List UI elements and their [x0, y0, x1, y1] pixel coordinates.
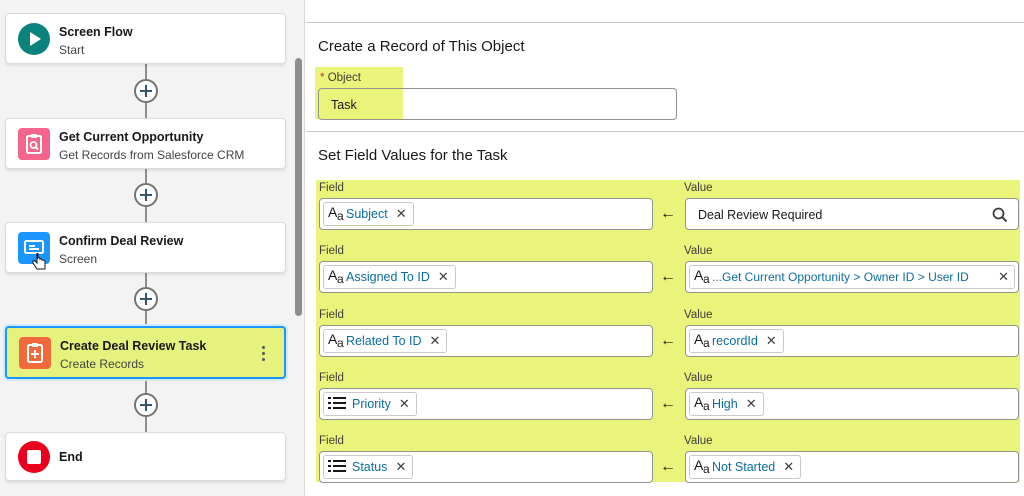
text-type-icon: Aa — [328, 204, 344, 223]
add-element-button[interactable] — [134, 287, 158, 311]
field-label: Field — [319, 309, 344, 321]
field-input-priority[interactable]: Priority ✕ — [319, 388, 653, 420]
value-input-assigned-to-id[interactable]: Aa ...Get Current Opportunity > Owner ID… — [685, 261, 1019, 293]
remove-icon[interactable]: ✕ — [430, 333, 441, 349]
field-input-status[interactable]: Status ✕ — [319, 451, 653, 483]
divider — [306, 131, 1024, 132]
node-title: Screen Flow — [59, 25, 133, 39]
search-icon[interactable] — [992, 207, 1008, 223]
value-label: Value — [684, 182, 713, 194]
node-subtitle: Get Records from Salesforce CRM — [59, 148, 245, 162]
remove-icon[interactable]: ✕ — [396, 206, 407, 222]
assign-arrow-icon: ← — [660, 458, 676, 475]
hand-cursor-icon — [32, 251, 48, 273]
node-title: End — [59, 450, 83, 464]
text-type-icon: Aa — [694, 267, 710, 286]
node-subtitle: Start — [59, 43, 85, 57]
value-label: Value — [684, 372, 713, 384]
node-title: Create Deal Review Task — [60, 339, 207, 353]
field-label: Field — [319, 372, 344, 384]
assign-arrow-icon: ← — [660, 268, 676, 285]
value-pill[interactable]: Aa Not Started ✕ — [689, 455, 802, 479]
node-subtitle: Create Records — [60, 357, 145, 371]
text-type-icon: Aa — [328, 267, 344, 286]
assign-arrow-icon: ← — [660, 205, 676, 222]
field-pill[interactable]: Aa Related To ID ✕ — [323, 329, 448, 353]
field-label: Field — [319, 245, 344, 257]
add-element-button[interactable] — [134, 79, 158, 103]
flow-node-create-deal-review-task[interactable]: Create Deal Review Task Create Records — [5, 326, 286, 379]
node-subtitle: Screen — [59, 252, 98, 266]
remove-icon[interactable]: ✕ — [438, 269, 449, 285]
remove-icon[interactable]: ✕ — [746, 396, 757, 412]
flow-node-start[interactable]: Screen Flow Start — [5, 13, 286, 64]
remove-icon[interactable]: ✕ — [766, 333, 777, 349]
field-input-assigned-to-id[interactable]: Aa Assigned To ID ✕ — [319, 261, 653, 293]
field-pill[interactable]: Priority ✕ — [323, 392, 417, 416]
assign-arrow-icon: ← — [660, 395, 676, 412]
play-icon — [18, 23, 50, 55]
value-input-subject[interactable]: Deal Review Required — [685, 198, 1019, 230]
flow-node-end[interactable]: End — [5, 432, 286, 481]
canvas-scrollbar-thumb[interactable] — [295, 58, 302, 316]
value-pill[interactable]: Aa High ✕ — [689, 392, 764, 416]
flow-node-confirm-deal-review[interactable]: Confirm Deal Review Screen — [5, 222, 286, 273]
value-label: Value — [684, 245, 713, 257]
value-label: Value — [684, 435, 713, 447]
value-input-priority[interactable]: Aa High ✕ — [685, 388, 1019, 420]
remove-icon[interactable]: ✕ — [395, 459, 406, 475]
field-pill[interactable]: Aa Assigned To ID ✕ — [323, 265, 456, 289]
remove-icon[interactable]: ✕ — [998, 269, 1009, 285]
field-input-subject[interactable]: Aa Subject ✕ — [319, 198, 653, 230]
node-title: Confirm Deal Review — [59, 234, 184, 248]
object-input[interactable]: Task — [318, 88, 677, 120]
text-type-icon: Aa — [694, 331, 710, 350]
object-section-title: Create a Record of This Object — [318, 38, 525, 55]
field-pill[interactable]: Status ✕ — [323, 455, 414, 479]
text-type-icon: Aa — [694, 457, 710, 476]
field-input-related-to-id[interactable]: Aa Related To ID ✕ — [319, 325, 653, 357]
value-input-related-to-id[interactable]: Aa recordId ✕ — [685, 325, 1019, 357]
stop-icon — [18, 441, 50, 473]
field-label: Field — [319, 182, 344, 194]
text-type-icon: Aa — [328, 331, 344, 350]
value-pill[interactable]: Aa recordId ✕ — [689, 329, 784, 353]
add-element-button[interactable] — [134, 393, 158, 417]
field-label: Field — [319, 435, 344, 447]
get-records-icon — [18, 128, 50, 160]
node-title: Get Current Opportunity — [59, 130, 204, 144]
value-text: Deal Review Required — [698, 208, 823, 222]
text-type-icon: Aa — [694, 394, 710, 413]
flow-canvas: Screen Flow Start Get Current Opportunit… — [0, 0, 292, 496]
more-actions-icon[interactable] — [262, 346, 266, 362]
flow-node-get-current-opportunity[interactable]: Get Current Opportunity Get Records from… — [5, 118, 286, 169]
picklist-icon — [328, 459, 346, 475]
remove-icon[interactable]: ✕ — [399, 396, 410, 412]
value-label: Value — [684, 309, 713, 321]
remove-icon[interactable]: ✕ — [783, 459, 794, 475]
divider — [306, 22, 1024, 23]
value-input-status[interactable]: Aa Not Started ✕ — [685, 451, 1019, 483]
fields-section-title: Set Field Values for the Task — [318, 147, 508, 164]
assign-arrow-icon: ← — [660, 332, 676, 349]
value-pill[interactable]: Aa ...Get Current Opportunity > Owner ID… — [689, 265, 1015, 289]
create-records-icon — [19, 337, 51, 369]
object-value: Task — [331, 98, 357, 112]
add-element-button[interactable] — [134, 183, 158, 207]
field-pill[interactable]: Aa Subject ✕ — [323, 202, 414, 226]
properties-panel: Create a Record of This Object * Object … — [306, 0, 1024, 496]
picklist-icon — [328, 396, 346, 412]
object-label: * Object — [320, 72, 361, 84]
